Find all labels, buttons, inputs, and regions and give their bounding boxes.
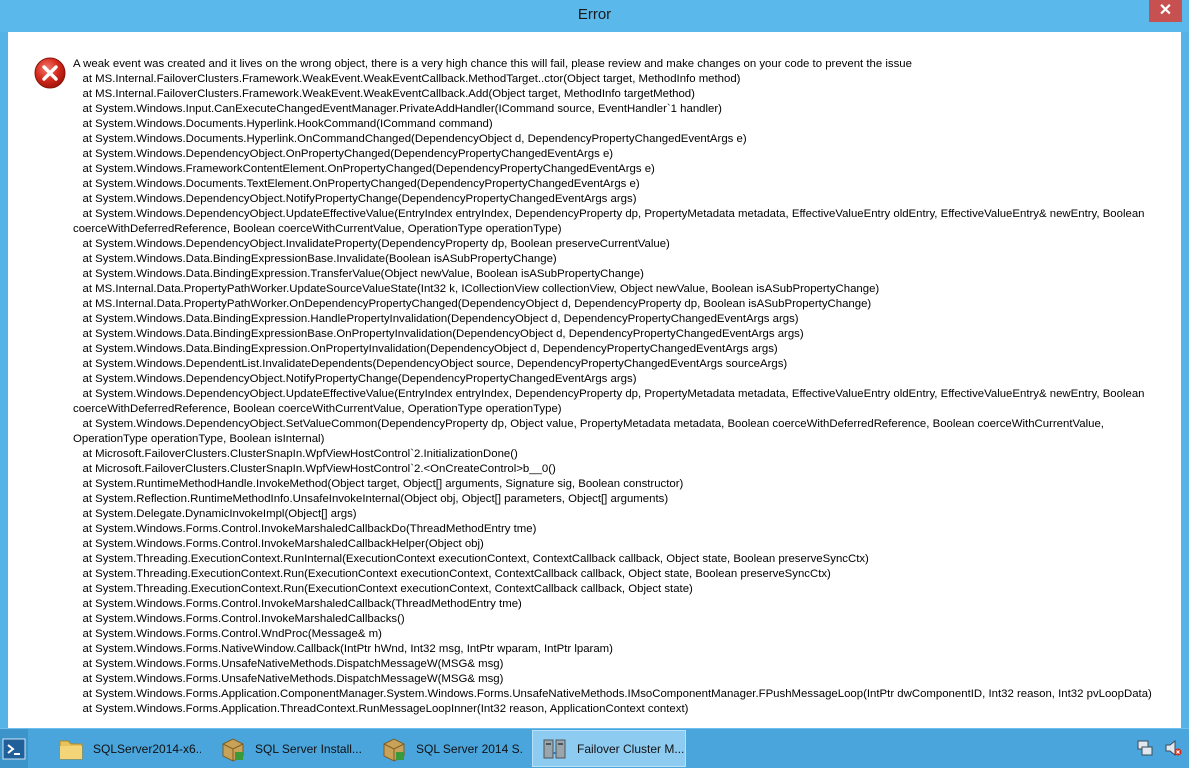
- stack-trace-line: at MS.Internal.Data.PropertyPathWorker.U…: [73, 283, 880, 295]
- stack-trace-line: at System.Windows.Data.BindingExpression…: [73, 268, 644, 280]
- system-tray: [1136, 739, 1182, 757]
- stack-trace-line: at System.Windows.Forms.Control.InvokeMa…: [73, 538, 484, 550]
- stack-trace-line: at MS.Internal.FailoverClusters.Framewor…: [73, 88, 695, 100]
- error-message-summary: A weak event was created and it lives on…: [73, 58, 912, 70]
- stack-trace-line: at System.Windows.DependencyObject.Notif…: [73, 193, 637, 205]
- network-icon[interactable]: [1136, 739, 1154, 757]
- speaker-muted-icon[interactable]: [1164, 739, 1182, 757]
- stack-trace-line: at System.Windows.Forms.Application.Comp…: [73, 688, 1152, 700]
- installer-icon: [222, 737, 244, 762]
- stack-trace-line: at System.Windows.Data.BindingExpression…: [73, 313, 799, 325]
- stack-trace-line: at System.Threading.ExecutionContext.Run…: [73, 583, 693, 595]
- taskbar-item-sql-2014[interactable]: SQL Server 2014 S...: [371, 730, 525, 767]
- stack-trace-line: at System.Windows.Forms.Control.InvokeMa…: [73, 598, 522, 610]
- stack-trace-line: at MS.Internal.FailoverClusters.Framewor…: [73, 73, 741, 85]
- taskbar-item-label: Failover Cluster M...: [577, 741, 685, 756]
- taskbar-item-failover-cluster[interactable]: Failover Cluster M...: [532, 730, 686, 767]
- stack-trace-line: at Microsoft.FailoverClusters.ClusterSna…: [73, 448, 518, 460]
- stack-trace-line: at System.Windows.Forms.UnsafeNativeMeth…: [73, 673, 504, 685]
- stack-trace-line: at System.Windows.FrameworkContentElemen…: [73, 163, 655, 175]
- error-message: A weak event was created and it lives on…: [73, 57, 1173, 717]
- stack-trace-line: at System.Windows.Documents.Hyperlink.Ho…: [73, 118, 493, 130]
- stack-trace-line: at System.Windows.Documents.TextElement.…: [73, 178, 640, 190]
- taskbar-item-sqlserver-folder[interactable]: SQLServer2014-x6...: [48, 730, 202, 767]
- stack-trace-line: at System.RuntimeMethodHandle.InvokeMeth…: [73, 478, 684, 490]
- stack-trace-line: at System.Windows.DependentList.Invalida…: [73, 358, 788, 370]
- dialog-content: A weak event was created and it lives on…: [8, 32, 1181, 728]
- stack-trace-line: at System.Windows.DependencyObject.Updat…: [73, 388, 1148, 415]
- stack-trace-line: at System.Windows.Input.CanExecuteChange…: [73, 103, 722, 115]
- folder-icon: [59, 740, 83, 759]
- stack-trace-line: at System.Delegate.DynamicInvokeImpl(Obj…: [73, 508, 357, 520]
- dialog-titlebar[interactable]: Error ✕: [0, 0, 1189, 32]
- stack-trace-line: at MS.Internal.Data.PropertyPathWorker.O…: [73, 298, 872, 310]
- stack-trace-line: at System.Windows.Data.BindingExpression…: [73, 328, 804, 340]
- stack-trace-line: at System.Reflection.RuntimeMethodInfo.U…: [73, 493, 669, 505]
- taskbar-item-label: SQL Server Install...: [255, 741, 362, 756]
- taskbar-item-label: SQL Server 2014 S...: [416, 741, 525, 756]
- dialog-title: Error: [577, 6, 612, 23]
- stack-trace-line: at Microsoft.FailoverClusters.ClusterSna…: [73, 463, 556, 475]
- stack-trace-line: at System.Windows.Forms.UnsafeNativeMeth…: [73, 658, 504, 670]
- powershell-icon: [2, 738, 26, 760]
- stack-trace-line: at System.Windows.Forms.Control.InvokeMa…: [73, 523, 537, 535]
- stack-trace-line: at System.Windows.DependencyObject.Inval…: [73, 238, 670, 250]
- stack-trace-line: at System.Threading.ExecutionContext.Run…: [73, 568, 831, 580]
- error-dialog: Error ✕ A weak event was created and it …: [0, 0, 1189, 728]
- error-icon: [34, 57, 66, 89]
- stack-trace-line: at System.Windows.Forms.Control.InvokeMa…: [73, 613, 405, 625]
- stack-trace-line: at System.Windows.Data.BindingExpression…: [73, 253, 557, 265]
- stack-trace-line: at System.Windows.Forms.Application.Thre…: [73, 703, 689, 715]
- stack-trace-line: at System.Windows.DependencyObject.Updat…: [73, 208, 1148, 235]
- stack-trace-line: at System.Windows.Data.BindingExpression…: [73, 343, 778, 355]
- stack-trace-line: at System.Windows.Forms.NativeWindow.Cal…: [73, 643, 613, 655]
- taskbar-item-sql-install[interactable]: SQL Server Install...: [210, 730, 364, 767]
- cluster-manager-icon: [543, 739, 566, 758]
- stack-trace-line: at System.Windows.DependencyObject.SetVa…: [73, 418, 1108, 445]
- start-button[interactable]: [0, 729, 28, 768]
- taskbar-item-label: SQLServer2014-x6...: [93, 741, 202, 756]
- stack-trace-line: at System.Windows.DependencyObject.Notif…: [73, 373, 637, 385]
- close-button[interactable]: ✕: [1149, 0, 1182, 22]
- stack-trace-line: at System.Windows.DependencyObject.OnPro…: [73, 148, 614, 160]
- stack-trace-line: at System.Windows.Documents.Hyperlink.On…: [73, 133, 747, 145]
- taskbar: SQLServer2014-x6... SQL Server Install..…: [0, 728, 1189, 768]
- installer-icon: [383, 737, 405, 762]
- stack-trace-line: at System.Windows.Forms.Control.WndProc(…: [73, 628, 382, 640]
- stack-trace-line: at System.Threading.ExecutionContext.Run…: [73, 553, 869, 565]
